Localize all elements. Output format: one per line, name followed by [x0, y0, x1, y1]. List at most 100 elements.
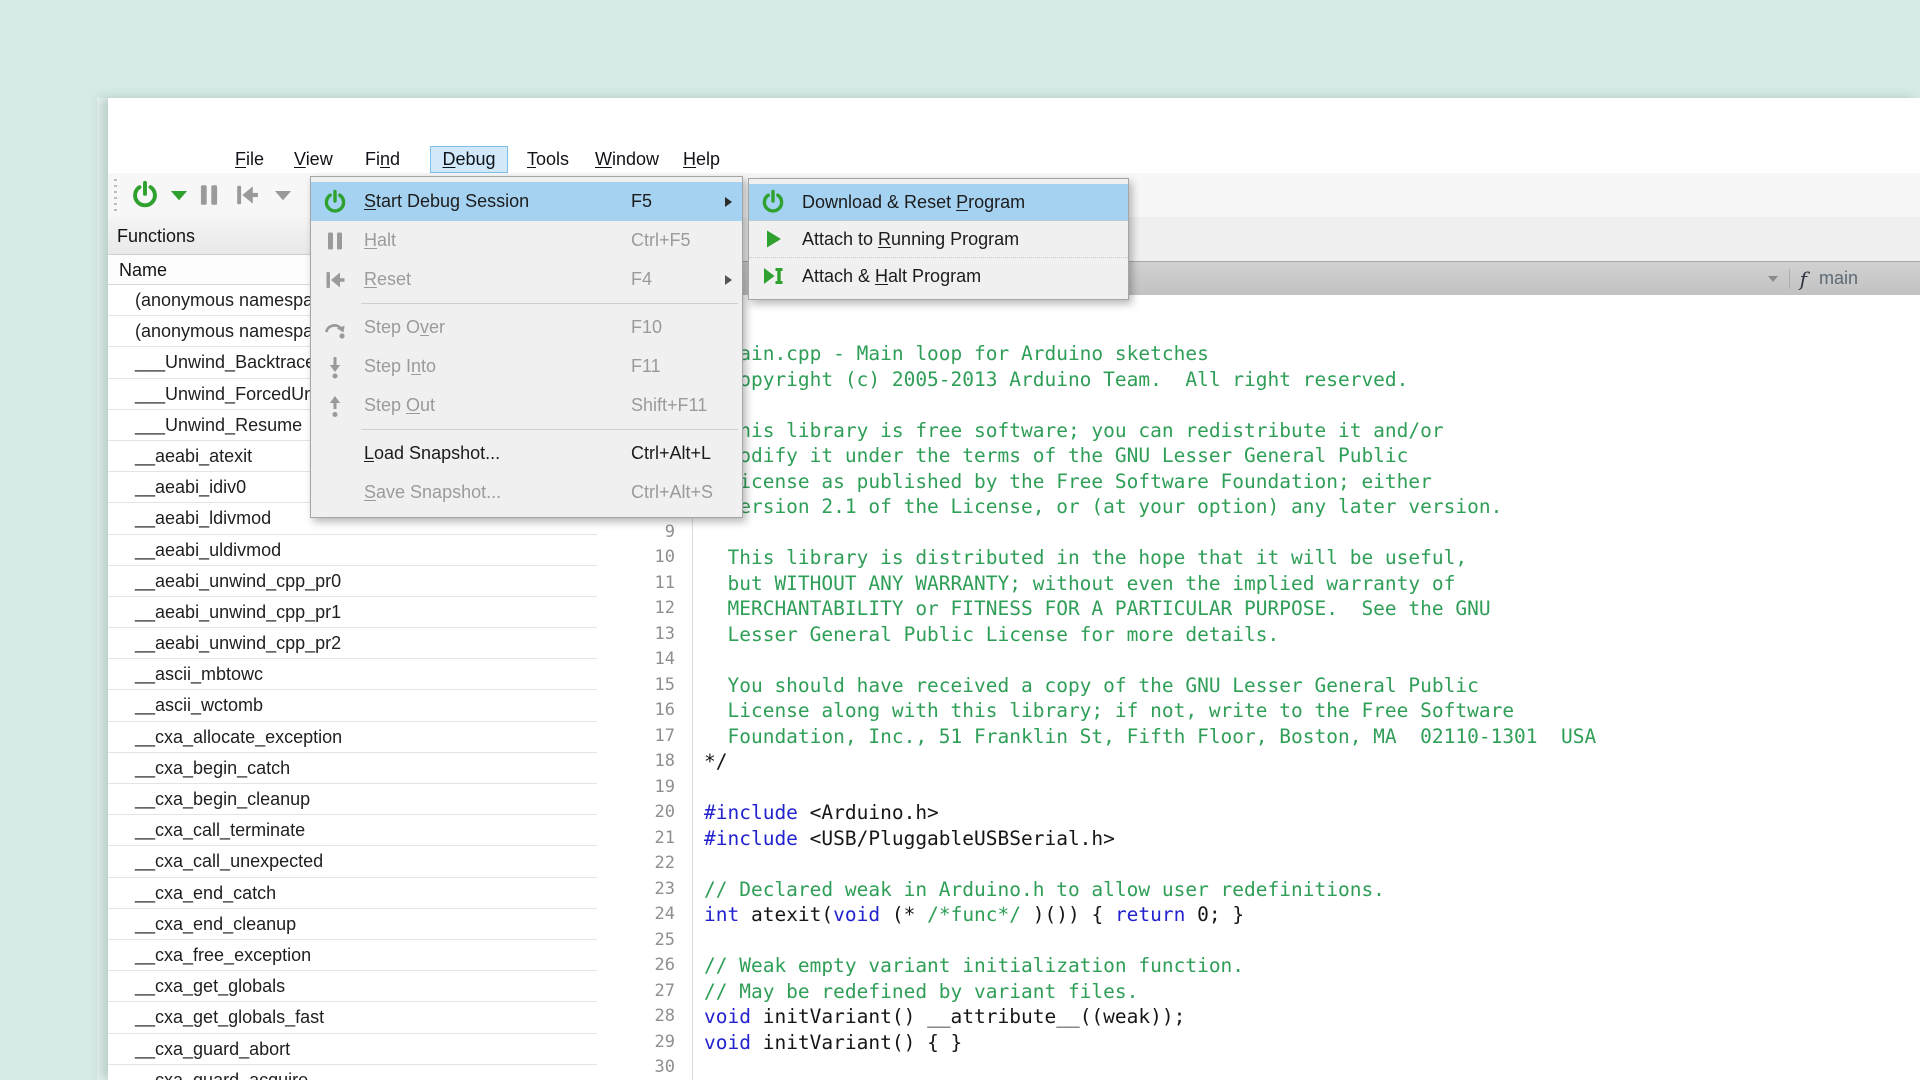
menu-item-shortcut: F5 [631, 191, 652, 212]
menubar-item-help[interactable]: Help [683, 147, 720, 171]
function-row[interactable]: __aeabi_unwind_cpp_pr0 [108, 566, 597, 597]
menu-item-shortcut: F10 [631, 317, 662, 338]
function-row[interactable]: __cxa_allocate_exception [108, 722, 597, 753]
function-navigator[interactable]: f main [1765, 262, 1858, 295]
reset-icon [322, 267, 348, 293]
code-line: 21#include <USB/PluggableUSBSerial.h> [597, 826, 1920, 852]
reset-icon[interactable] [232, 180, 262, 210]
function-row[interactable]: __cxa_begin_catch [108, 753, 597, 784]
function-row[interactable]: __cxa_end_catch [108, 878, 597, 909]
menu-item-load-snapshot[interactable]: Load Snapshot...Ctrl+Alt+L [311, 434, 742, 473]
code-text: #include <USB/PluggableUSBSerial.h> [692, 826, 1115, 852]
code-text: License as published by the Free Softwar… [692, 469, 1432, 495]
menu-item-step-into[interactable]: Step IntoF11 [311, 347, 742, 386]
power-icon [760, 189, 786, 215]
code-text: #include <Arduino.h> [692, 800, 939, 826]
menu-item-save-snapshot[interactable]: Save Snapshot...Ctrl+Alt+S [311, 473, 742, 512]
chevron-down-icon[interactable] [164, 180, 194, 210]
menu-item-step-over[interactable]: Step Over F10 [311, 308, 742, 347]
code-text [692, 851, 704, 877]
function-row[interactable]: __cxa_guard_acquire [108, 1065, 597, 1080]
code-text: // Weak empty variant initialization fun… [692, 953, 1244, 979]
menu-item-label: Attach & Halt Program [802, 266, 981, 287]
menubar-item-file[interactable]: File [235, 147, 264, 171]
function-row[interactable]: __cxa_call_unexpected [108, 846, 597, 877]
menu-item-shortcut: Ctrl+Alt+L [631, 443, 711, 464]
attach-halt-icon [760, 263, 786, 289]
line-number: 9 [597, 520, 692, 546]
code-text [692, 520, 704, 546]
power-icon[interactable] [130, 180, 160, 210]
menubar-item-tools[interactable]: Tools [527, 147, 569, 171]
function-row[interactable]: __ascii_wctomb [108, 690, 597, 721]
play-icon [760, 226, 786, 252]
code-line: 28void initVariant() __attribute__((weak… [597, 1004, 1920, 1030]
code-text: // May be redefined by variant files. [692, 979, 1138, 1005]
menu-item-reset[interactable]: Reset F4 [311, 260, 742, 299]
code-text: version 2.1 of the License, or (at your … [692, 494, 1502, 520]
line-number: 23 [597, 877, 692, 903]
function-row[interactable]: __cxa_get_globals [108, 971, 597, 1002]
function-row[interactable]: __aeabi_unwind_cpp_pr2 [108, 628, 597, 659]
menu-item-halt[interactable]: HaltCtrl+F5 [311, 221, 742, 260]
menubar-item-view[interactable]: View [294, 147, 333, 171]
line-number: 21 [597, 826, 692, 852]
menu-item-shortcut: F4 [631, 269, 652, 290]
debug-menu: Start Debug SessionF5HaltCtrl+F5 Reset F4 S… [310, 176, 743, 518]
menu-item-shortcut: Ctrl+Alt+S [631, 482, 713, 503]
code-line: 3 Copyright (c) 2005-2013 Arduino Team. … [597, 367, 1920, 393]
menu-item-label: Step Over [364, 317, 445, 338]
function-row[interactable]: __cxa_get_globals_fast [108, 1002, 597, 1033]
chevron-down-icon[interactable] [1765, 271, 1781, 287]
code-text: Foundation, Inc., 51 Franklin St, Fifth … [692, 724, 1596, 750]
code-line: 23// Declared weak in Arduino.h to allow… [597, 877, 1920, 903]
code-line: 24int atexit(void (* /*func*/ )()) { ret… [597, 902, 1920, 928]
function-row[interactable]: __cxa_begin_cleanup [108, 784, 597, 815]
menu-separator [311, 299, 742, 308]
menu-item-start-debug-session[interactable]: Start Debug SessionF5 [311, 182, 742, 221]
code-line: 4 [597, 392, 1920, 418]
chevron-down-icon[interactable] [268, 180, 298, 210]
menu-item-label: Download & Reset Program [802, 192, 1025, 213]
code-line: 19 [597, 775, 1920, 801]
code-line: 2 main.cpp - Main loop for Arduino sketc… [597, 341, 1920, 367]
code-editor[interactable]: 1/*2 main.cpp - Main loop for Arduino sk… [597, 295, 1920, 1080]
menu-item-label: Reset [364, 269, 411, 290]
function-row[interactable]: __aeabi_uldivmod [108, 535, 597, 566]
start-debug-session-submenu: Download & Reset Program Attach to Runnin… [748, 178, 1129, 300]
menu-bar: File View Find Debug Tools Window Help [108, 145, 1920, 174]
code-text: void initVariant() __attribute__((weak))… [692, 1004, 1185, 1030]
code-text: // Declared weak in Arduino.h to allow u… [692, 877, 1385, 903]
toolbar-grip[interactable] [114, 179, 117, 211]
line-number: 17 [597, 724, 692, 750]
function-row[interactable]: __ascii_mbtowc [108, 659, 597, 690]
menu-item-attach-halt-program[interactable]: Attach & Halt Program [749, 258, 1128, 294]
code-lines: 1/*2 main.cpp - Main loop for Arduino sk… [597, 316, 1920, 1080]
menu-item-shortcut: Shift+F11 [631, 395, 707, 416]
submenu-arrow-icon [725, 197, 732, 207]
current-function-name[interactable]: main [1819, 268, 1858, 289]
menu-item-step-out[interactable]: Step OutShift+F11 [311, 386, 742, 425]
code-text [692, 1055, 704, 1080]
line-number: 20 [597, 800, 692, 826]
function-row[interactable]: __aeabi_unwind_cpp_pr1 [108, 597, 597, 628]
menu-item-attach-to-running-program[interactable]: Attach to Running Program [749, 221, 1128, 258]
menu-item-download-reset-program[interactable]: Download & Reset Program [749, 184, 1128, 221]
function-row[interactable]: __cxa_end_cleanup [108, 909, 597, 940]
pause-icon [322, 228, 348, 254]
function-row[interactable]: __cxa_call_terminate [108, 815, 597, 846]
function-row[interactable]: __cxa_guard_abort [108, 1034, 597, 1065]
code-text: */ [692, 749, 727, 775]
pause-icon[interactable] [194, 180, 224, 210]
code-line: 30 [597, 1055, 1920, 1080]
menubar-item-find[interactable]: Find [365, 147, 400, 171]
step-into-icon [322, 354, 348, 380]
code-text [692, 928, 704, 954]
menubar-item-debug[interactable]: Debug [430, 146, 508, 173]
separator [1789, 269, 1790, 289]
code-line: 26// Weak empty variant initialization f… [597, 953, 1920, 979]
line-number: 11 [597, 571, 692, 597]
function-row[interactable]: __cxa_free_exception [108, 940, 597, 971]
line-number: 26 [597, 953, 692, 979]
menubar-item-window[interactable]: Window [595, 147, 659, 171]
